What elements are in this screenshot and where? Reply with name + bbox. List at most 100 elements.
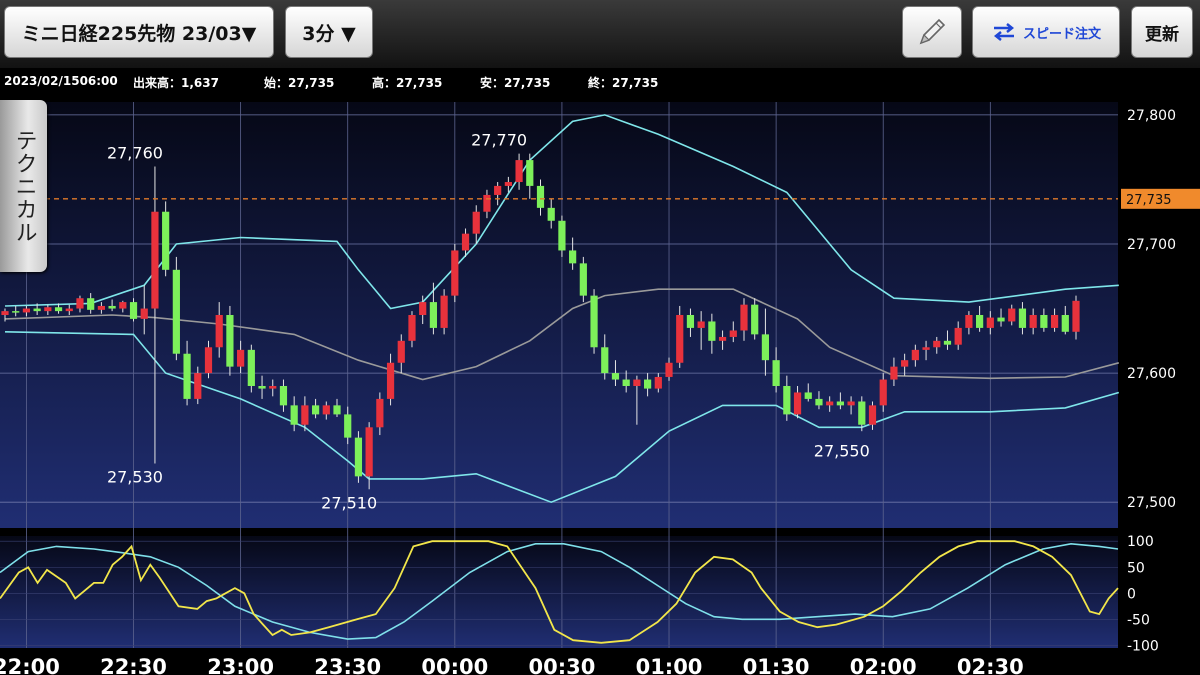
toolbar: ミニ日経225先物 23/03▼ 3分 ▼ スピード注文 更新 — [0, 0, 1200, 68]
candle-body — [65, 308, 73, 312]
time-tick-label: 23:30 — [314, 655, 381, 675]
candle-body — [451, 250, 459, 296]
candle-body — [633, 379, 641, 386]
bar-volume: 出来高：1,637 — [133, 76, 219, 90]
extreme-label: 27,770 — [471, 131, 527, 150]
time-tick-label: 01:00 — [636, 655, 703, 675]
candle-body — [890, 366, 898, 380]
osc-tick-label: -100 — [1127, 638, 1159, 654]
candle-body — [1029, 315, 1037, 328]
candle-body — [686, 315, 695, 328]
bar-high: 高：27,735 — [372, 76, 443, 90]
candle — [162, 201, 170, 277]
technical-tab-label: テクニカル — [11, 128, 37, 244]
candle-body — [333, 405, 341, 415]
candle-body — [997, 317, 1005, 322]
candle-body — [965, 315, 973, 328]
candle-body — [879, 379, 887, 406]
candle — [354, 431, 363, 483]
osc-panel-bg — [0, 536, 1118, 648]
candle-body — [119, 302, 127, 309]
candle-body — [97, 305, 105, 310]
speed-order-button[interactable]: スピード注文 — [972, 6, 1120, 58]
candle-body — [526, 160, 534, 186]
candle — [451, 244, 459, 303]
candle-body — [676, 315, 684, 363]
current-price-label: 27,735 — [1126, 193, 1172, 208]
technical-tab[interactable]: テクニカル — [0, 100, 47, 272]
candle-body — [622, 379, 630, 386]
candle-body — [515, 160, 523, 183]
candle-body — [708, 321, 716, 341]
price-chart[interactable]: 27,760 27,530 27,510 27,770 27,550 27,800 27,… — [0, 94, 1200, 675]
candle-body — [429, 302, 437, 328]
candle-body — [601, 347, 609, 374]
candle-body — [1040, 315, 1048, 328]
candle-body — [590, 295, 598, 348]
current-price-tag: 27,735 — [1121, 188, 1200, 209]
candle-body — [172, 269, 180, 354]
candle-body — [269, 386, 277, 389]
candle-body — [226, 315, 234, 367]
candle-body — [408, 315, 416, 341]
candle-body — [87, 298, 95, 310]
candle-body — [558, 220, 566, 251]
update-button[interactable]: 更新 — [1131, 6, 1193, 58]
candle-body — [386, 362, 395, 399]
candle-body — [976, 315, 984, 328]
extreme-label: 27,530 — [107, 467, 163, 486]
candle — [172, 256, 180, 361]
candle-body — [547, 207, 555, 221]
pencil-icon — [919, 18, 946, 45]
bar-low: 安：27,735 — [480, 76, 551, 90]
candle-body — [108, 305, 116, 309]
candle-body — [644, 379, 652, 389]
candle-body — [504, 182, 512, 186]
extreme-label: 27,550 — [814, 442, 870, 461]
time-tick-label: 00:30 — [528, 655, 595, 675]
candle-body — [1018, 308, 1027, 328]
candle-body — [772, 360, 780, 386]
candle-body — [472, 211, 480, 234]
candle-body — [569, 250, 577, 264]
candle-body — [1, 311, 9, 315]
candle-body — [376, 398, 384, 428]
candle-body — [258, 386, 266, 389]
candle-body — [301, 405, 309, 425]
osc-tick-label: 0 — [1127, 586, 1136, 602]
candle-body — [718, 336, 727, 341]
candle-body — [483, 194, 491, 212]
candle-body — [290, 405, 298, 425]
candle-body — [33, 308, 41, 312]
candle-body — [215, 315, 223, 348]
osc-tick-label: 100 — [1127, 534, 1154, 550]
candle-body — [183, 353, 191, 399]
candle-body — [954, 327, 962, 345]
candle-body — [322, 405, 330, 415]
draw-button[interactable] — [902, 6, 962, 58]
candle-body — [911, 349, 919, 361]
candle — [579, 256, 587, 303]
candle-body — [311, 405, 320, 415]
time-tick-label: 23:00 — [207, 655, 274, 675]
candle-body — [194, 373, 202, 399]
candle — [590, 289, 598, 354]
candle-body — [151, 211, 159, 309]
bar-close: 終：27,735 — [588, 76, 659, 90]
candle-body — [12, 311, 20, 313]
candle-body — [354, 437, 363, 477]
candle-body — [1061, 315, 1069, 332]
interval-selector[interactable]: 3分 ▼ — [285, 6, 373, 58]
candle-body — [901, 360, 909, 367]
candle — [226, 305, 234, 376]
candle-body — [740, 304, 748, 331]
bar-open: 始：27,735 — [264, 76, 335, 90]
extreme-label: 27,510 — [321, 493, 377, 512]
candle — [247, 344, 255, 393]
speed-order-label: スピード注文 — [1022, 26, 1101, 42]
candle-body — [729, 330, 737, 337]
instrument-selector[interactable]: ミニ日経225先物 23/03▼ — [4, 6, 274, 58]
candle-body — [22, 308, 31, 313]
candle-body — [783, 386, 791, 415]
candle-body — [986, 317, 994, 328]
